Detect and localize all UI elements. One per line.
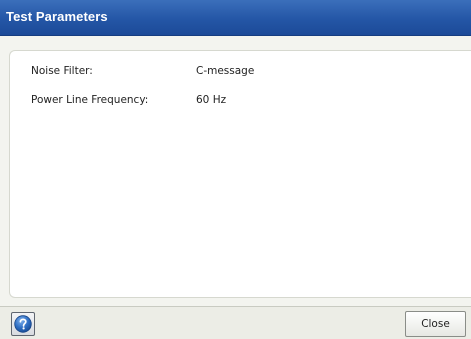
title-bar: Test Parameters <box>0 0 471 36</box>
dialog-footer: Close <box>0 306 471 339</box>
test-parameters-dialog: Test Parameters Noise Filter: C-message … <box>0 0 471 339</box>
close-button[interactable]: Close <box>405 311 466 337</box>
help-button[interactable] <box>11 312 35 336</box>
param-row-noise-filter: Noise Filter: C-message <box>31 65 451 79</box>
power-line-frequency-label: Power Line Frequency: <box>31 94 149 106</box>
parameters-panel: Noise Filter: C-message Power Line Frequ… <box>9 50 471 298</box>
help-icon <box>14 315 32 333</box>
param-row-power-line-frequency: Power Line Frequency: 60 Hz <box>31 94 451 108</box>
noise-filter-value: C-message <box>196 65 255 77</box>
dialog-title: Test Parameters <box>6 9 108 24</box>
noise-filter-label: Noise Filter: <box>31 65 93 77</box>
content-area: Noise Filter: C-message Power Line Frequ… <box>0 36 471 306</box>
power-line-frequency-value: 60 Hz <box>196 94 227 106</box>
